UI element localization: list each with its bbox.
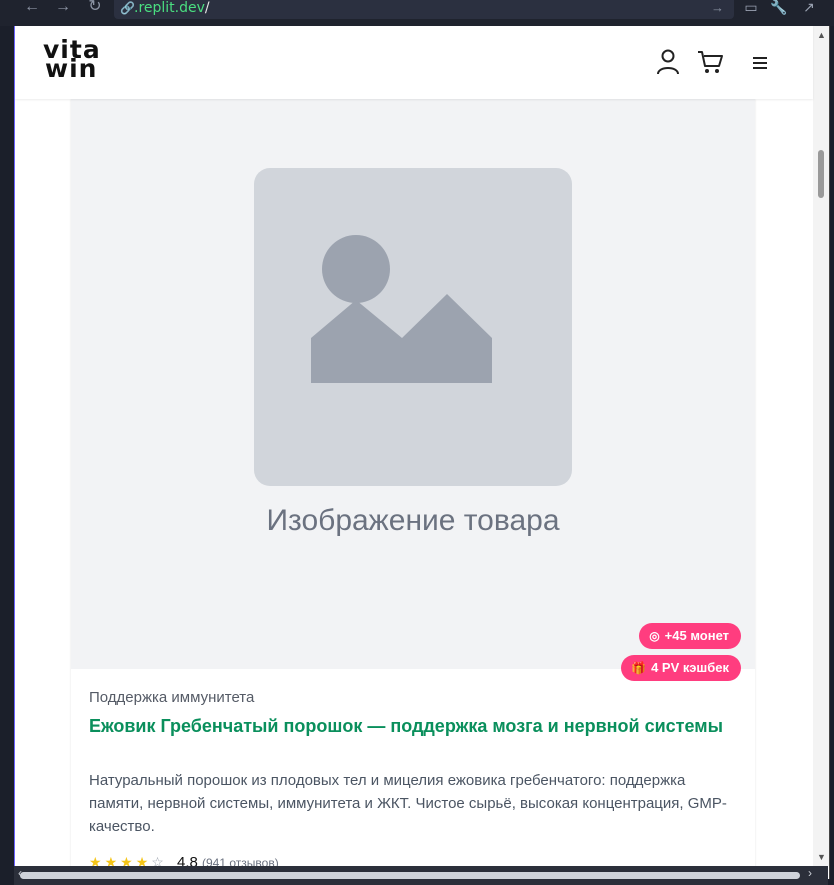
vertical-scroll-thumb[interactable] xyxy=(818,150,824,198)
address-bar[interactable]: 🔗 .replit.dev/ → xyxy=(114,0,734,19)
forward-arrow-icon[interactable]: → xyxy=(53,0,73,18)
menu-icon[interactable] xyxy=(753,48,769,76)
reload-icon[interactable]: ↻ xyxy=(85,0,105,18)
scroll-right-arrow-icon[interactable]: › xyxy=(808,866,812,880)
gift-icon: 🎁 xyxy=(631,661,647,675)
scroll-down-arrow-icon[interactable]: ▼ xyxy=(817,852,826,862)
coins-icon: ◎ xyxy=(649,629,660,643)
devices-icon[interactable]: ▭ xyxy=(742,0,760,18)
cashback-badge: 🎁 4 PV кэшбек xyxy=(621,655,741,681)
image-placeholder xyxy=(254,168,572,486)
wrench-icon[interactable]: 🔧 xyxy=(770,0,788,18)
browser-toolbar: ← → ↻ 🔗 .replit.dev/ → ▭ 🔧 ↗ xyxy=(0,0,834,26)
horizontal-scroll-thumb[interactable] xyxy=(20,872,800,879)
product-card: Изображение товара ◎ +45 монет 🎁 4 PV кэшб… xyxy=(71,99,755,879)
product-category: Поддержка иммунитета xyxy=(89,689,255,706)
external-link-icon[interactable]: ↗ xyxy=(800,0,818,18)
image-caption: Изображение товара xyxy=(266,504,560,537)
coins-badge: ◎ +45 монет xyxy=(639,623,741,649)
product-title[interactable]: Ежовик Гребенчатый порошок — поддержка м… xyxy=(89,716,723,737)
product-description: Натуральный порошок из плодовых тел и ми… xyxy=(89,772,727,835)
scroll-up-arrow-icon[interactable]: ▲ xyxy=(817,30,826,40)
vitawin-logo[interactable]: vita win xyxy=(43,37,133,86)
go-arrow-icon[interactable]: → xyxy=(711,0,724,15)
url-text: .replit.dev/ xyxy=(134,0,210,16)
user-icon[interactable] xyxy=(655,48,681,76)
site-header: vita win xyxy=(15,26,813,99)
image-placeholder-icon xyxy=(311,235,492,383)
cart-icon[interactable] xyxy=(696,48,724,76)
scroll-left-arrow-icon[interactable]: ‹ xyxy=(18,866,22,880)
page-viewport: vita win Изображение товара ◎ +45 монет … xyxy=(14,26,830,879)
product-image-area[interactable]: Изображение товара ◎ +45 монет 🎁 4 PV кэшб… xyxy=(71,99,755,681)
link-icon: 🔗 xyxy=(120,1,135,15)
back-arrow-icon[interactable]: ← xyxy=(22,0,42,18)
